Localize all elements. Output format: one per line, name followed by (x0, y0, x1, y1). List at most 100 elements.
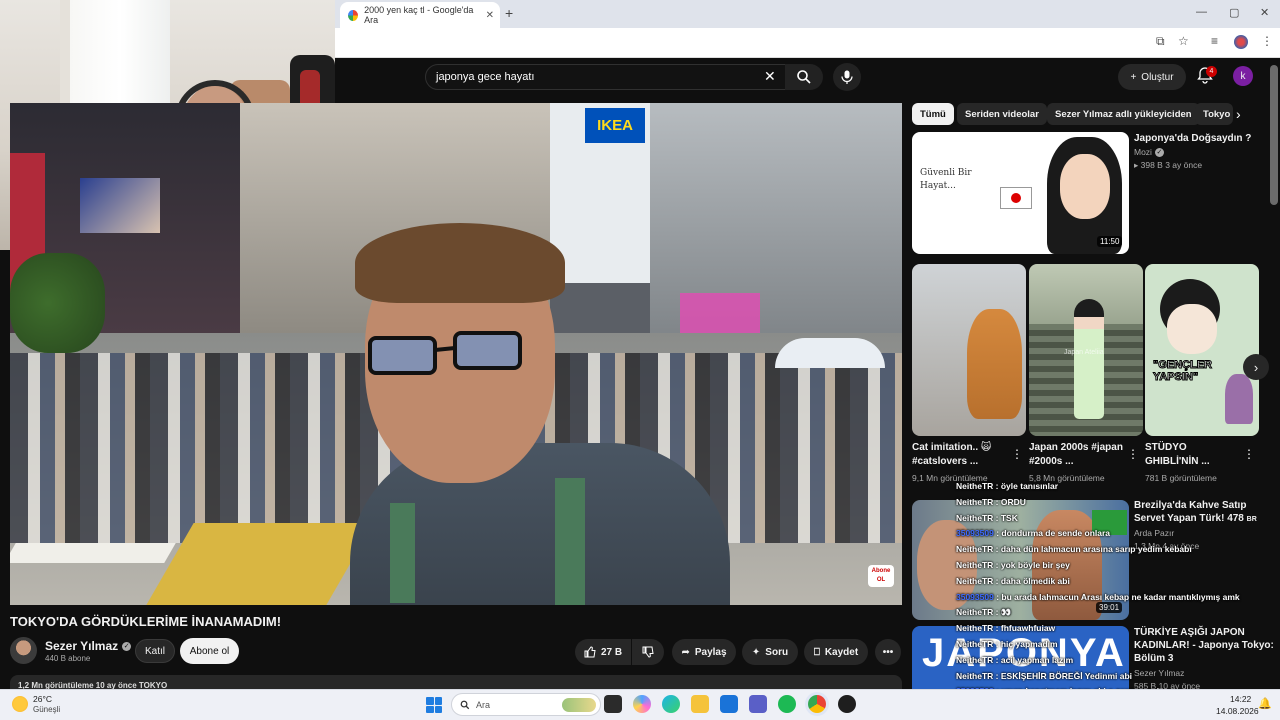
teams-icon[interactable] (749, 695, 767, 713)
chat-message: NeitheTR : fhfuawhfuiaw (953, 622, 1058, 635)
chip-tokyo[interactable]: Tokyo (1195, 103, 1233, 125)
save-button[interactable]: ⎕ Kaydet (804, 639, 868, 665)
outlook-icon[interactable] (720, 695, 738, 713)
chat-message: 35093509 : dondurma de sende onlara (953, 527, 1113, 540)
related-video-channel[interactable]: Sezer Yılmaz (1134, 668, 1184, 678)
search-query: japonya gece hayatı (436, 71, 535, 83)
search-button[interactable] (785, 64, 823, 90)
chat-text: : bu arada lahmacun Arası kebap ne kadar… (993, 591, 1240, 602)
spotify-icon[interactable] (778, 695, 796, 713)
like-button[interactable]: 27 B (575, 639, 631, 665)
subscribe-button[interactable]: Abone ol (180, 638, 239, 664)
related-video-title[interactable]: TÜRKİYE AŞIĞI JAPON KADINLAR! - Japonya … (1134, 626, 1274, 665)
short-thumbnail[interactable]: "GENÇLER YAPSIN" (1145, 264, 1259, 436)
channel-name[interactable]: Sezer Yılmaz ✓ (45, 639, 132, 653)
address-bar[interactable] (335, 28, 1280, 58)
browser-tab[interactable]: 2000 yen kaç tl - Google'da Ara ✕ (340, 2, 500, 28)
views-date: 398 B 3 ay önce (1140, 160, 1203, 170)
chip-from-uploader[interactable]: Sezer Yılmaz adlı yükleyiciden (1047, 103, 1200, 125)
obs-icon[interactable] (838, 695, 856, 713)
account-avatar[interactable]: k (1233, 66, 1253, 86)
minimize-button[interactable]: — (1196, 6, 1207, 18)
media-control-icon[interactable]: ≡ (1211, 34, 1218, 48)
like-count: 27 B (600, 646, 623, 658)
notification-center-icon[interactable]: 🔔 (1258, 697, 1272, 710)
tab-close-icon[interactable]: ✕ (486, 10, 494, 21)
subscriber-count: 440 B abone (45, 654, 91, 663)
channel-watermark[interactable]: Abone OL (868, 565, 894, 587)
chip-series-videos[interactable]: Seriden videolar (957, 103, 1047, 125)
taskbar-search[interactable]: Ara (451, 693, 601, 716)
chip-all[interactable]: Tümü (912, 103, 954, 125)
sparkle-icon: ✦ (751, 646, 761, 658)
chat-text: : hiç yapmadım (993, 639, 1058, 649)
bookmark-star-icon[interactable]: ☆ (1178, 34, 1189, 48)
related-video-thumbnail[interactable]: Güvenli Bir Hayat... 11:50 (912, 132, 1129, 254)
more-vertical-icon[interactable]: ⋮ (1243, 447, 1255, 461)
chat-username: 35093509 (956, 591, 994, 602)
short-title[interactable]: STÜDYO GHIBLİ'NİN ... (1145, 441, 1240, 469)
share-button[interactable]: ➦ Paylaş (672, 639, 736, 665)
clock-date[interactable]: 14.08.2026 (1216, 706, 1259, 716)
ikea-sign: IKEA (585, 108, 645, 143)
more-vertical-icon[interactable]: ⋮ (1127, 447, 1139, 461)
window-close-button[interactable]: ✕ (1260, 6, 1269, 19)
install-app-icon[interactable]: ⧉ (1156, 34, 1165, 49)
chat-username: NeitheTR (956, 512, 994, 523)
related-video-title[interactable]: Japonya'da Doğsaydın ? (1134, 132, 1274, 145)
verified-icon: ✓ (122, 641, 132, 651)
chat-message: NeitheTR : hiç yapmadım (953, 638, 1061, 651)
chat-username: NeitheTR (956, 623, 994, 634)
short-title[interactable]: Japan 2000s #japan #2000s ... (1029, 441, 1124, 469)
more-vertical-icon[interactable]: ⋮ (1011, 447, 1023, 461)
more-actions-button[interactable]: ••• (875, 639, 901, 665)
task-view-icon[interactable] (604, 695, 622, 713)
chat-text: : daha ölmedik abi (993, 575, 1070, 586)
share-label: Paylaş (694, 646, 727, 658)
chat-message: NeitheTR : ESKİŞEHİR BÖREĞİ Yedinmi abi (953, 670, 1135, 683)
thumbs-up-icon (584, 646, 596, 658)
copilot-icon[interactable] (633, 695, 651, 713)
host-hair (355, 223, 565, 303)
chat-username: 35093509 (956, 528, 994, 539)
description-box[interactable]: 1,2 Mn görüntüleme 10 ay önce TOKYO (10, 675, 902, 689)
browser-menu-icon[interactable]: ⋮ (1261, 34, 1273, 48)
maximize-button[interactable]: ▢ (1229, 6, 1239, 19)
shorts-next-button[interactable]: › (1243, 354, 1269, 380)
weather-temperature[interactable]: 26°C (33, 694, 52, 704)
edge-icon[interactable] (662, 695, 680, 713)
browser-profile-icon[interactable] (1234, 35, 1248, 49)
video-scene-tree (10, 253, 105, 353)
ask-button[interactable]: ✦ Soru (742, 639, 798, 665)
related-video-title[interactable]: Brezilya'da Kahve Satıp Servet Yapan Tür… (1134, 499, 1274, 526)
chevron-right-icon[interactable]: › (1236, 106, 1241, 122)
create-button[interactable]: + Oluştur (1118, 64, 1186, 90)
sun-icon[interactable] (12, 696, 28, 712)
ask-label: Soru (765, 646, 789, 658)
short-thumbnail[interactable] (912, 264, 1026, 436)
voice-search-button[interactable] (833, 63, 861, 91)
chat-text: : acil yapman lazım (993, 654, 1074, 665)
taskbar-search-placeholder: Ara (476, 699, 491, 710)
short-thumbnail[interactable]: Japan Ateliia (1029, 264, 1143, 436)
join-button[interactable]: Katıl (135, 639, 175, 663)
related-video-channel[interactable]: Mozi ✓ (1134, 147, 1164, 157)
related-video-channel[interactable]: Arda Pazır (1134, 528, 1174, 538)
video-player[interactable]: IKEA (10, 103, 902, 605)
chat-text: : ORDU (993, 496, 1026, 507)
clock-time[interactable]: 14:22 (1230, 694, 1251, 704)
chat-username: NeitheTR (956, 560, 994, 570)
new-tab-button[interactable]: + (505, 5, 513, 21)
file-explorer-icon[interactable] (691, 695, 709, 713)
weather-condition[interactable]: Güneşli (33, 705, 60, 714)
chat-message: NeitheTR : öyle tanısınlar (953, 480, 1061, 493)
channel-name-text: Mozi (1134, 147, 1152, 157)
search-input[interactable]: japonya gece hayatı (425, 64, 787, 90)
short-title[interactable]: Cat imitation.. 🙀 #catslovers ... (912, 441, 1007, 469)
chrome-icon[interactable] (808, 695, 826, 713)
windows-start-icon[interactable] (426, 697, 442, 713)
clear-search-icon[interactable]: ✕ (764, 68, 776, 85)
dislike-button[interactable] (632, 639, 664, 665)
video-duration: 11:50 (1097, 236, 1123, 247)
channel-avatar[interactable] (10, 637, 37, 664)
